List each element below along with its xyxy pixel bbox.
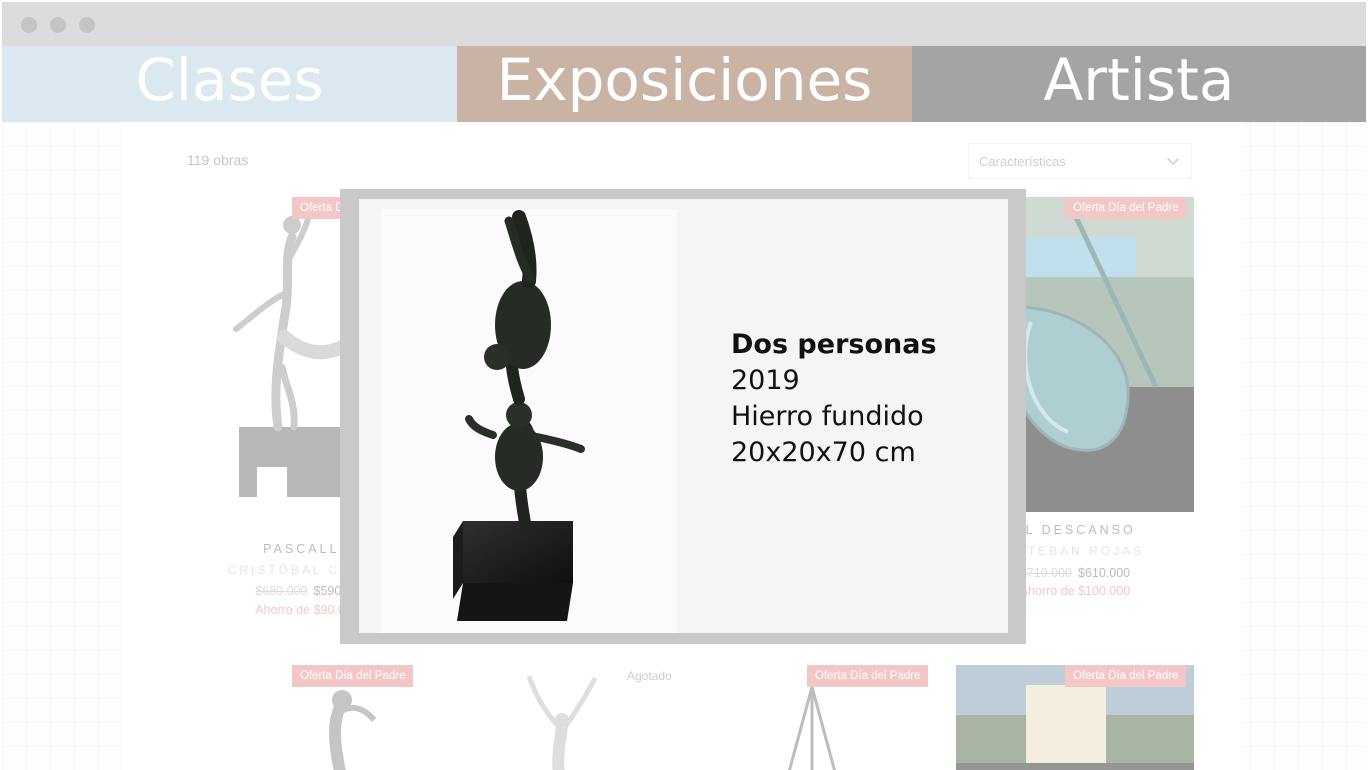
nav-item-exposiciones[interactable]: Exposiciones xyxy=(457,46,912,122)
window-maximize-dot[interactable] xyxy=(79,17,95,33)
artwork-year: 2019 xyxy=(731,365,800,396)
browser-window: Clases Exposiciones Artista 119 obras Ca… xyxy=(2,2,1366,770)
content-area: 119 obras Características Oferta Día del xyxy=(2,122,1366,770)
artwork-title: Dos personas xyxy=(731,329,937,360)
artwork-modal: Dos personas 2019 Hierro fundido 20x20x7… xyxy=(359,199,1008,633)
artwork-info: Dos personas 2019 Hierro fundido 20x20x7… xyxy=(731,327,937,471)
window-close-dot[interactable] xyxy=(21,17,37,33)
top-nav: Clases Exposiciones Artista xyxy=(2,46,1366,122)
artwork-dimensions: 20x20x70 cm xyxy=(731,437,916,468)
sculpture-image xyxy=(453,210,585,621)
window-minimize-dot[interactable] xyxy=(50,17,66,33)
nav-item-artista[interactable]: Artista xyxy=(912,46,1366,122)
nav-item-clases[interactable]: Clases xyxy=(2,46,457,122)
window-titlebar xyxy=(2,2,1366,46)
artwork-material: Hierro fundido xyxy=(731,401,924,432)
artwork-photo xyxy=(381,209,677,633)
